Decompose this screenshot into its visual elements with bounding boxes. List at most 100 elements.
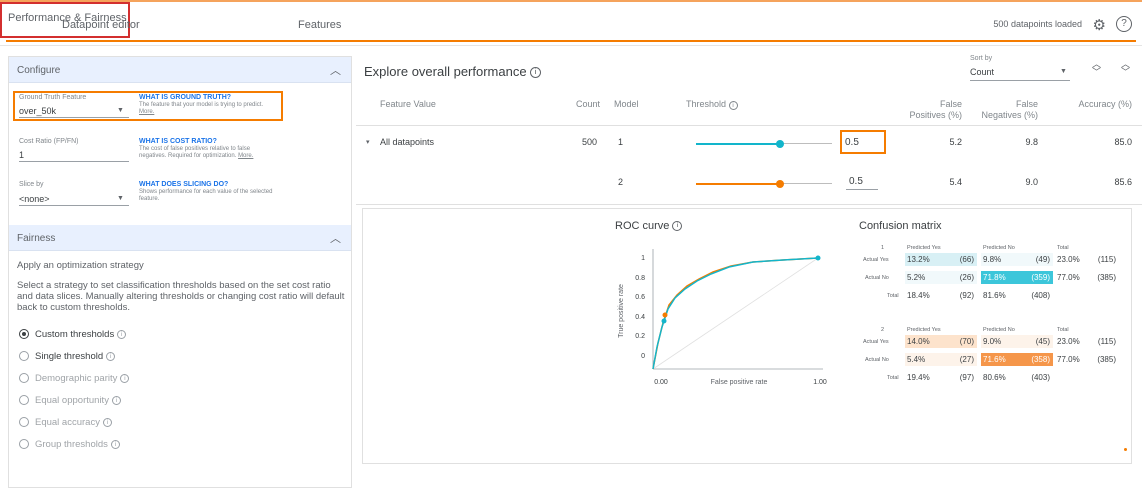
- radio-single-threshold[interactable]: Single threshold i: [19, 351, 116, 362]
- model-1-false-positives: 5.2: [949, 137, 962, 147]
- gear-icon[interactable]: ⚙: [1093, 16, 1106, 34]
- cm2-actual-no-label: Actual No: [865, 357, 889, 363]
- status-dot: [1124, 448, 1127, 451]
- cm2-actual-yes-total: 23.0% (115): [1057, 337, 1116, 346]
- tab-performance-label: Performance & Fairness: [8, 12, 127, 24]
- tab-features[interactable]: Features: [298, 19, 341, 31]
- chevron-down-icon[interactable]: ▼: [117, 107, 124, 114]
- info-icon[interactable]: i: [120, 373, 130, 383]
- help-icon[interactable]: ?: [1116, 16, 1132, 32]
- header-divider: [356, 125, 1142, 126]
- roc-curve-chart: True positive rate 1 0.8 0.6 0.4 0.2 0 0…: [618, 249, 827, 386]
- confusion-matrix-title: Confusion matrix: [859, 220, 942, 232]
- info-icon[interactable]: i: [117, 329, 127, 339]
- radio-equal-accuracy[interactable]: Equal accuracy i: [19, 417, 112, 428]
- cm2-model-id: 2: [881, 327, 885, 333]
- cm1-total-label: Total: [887, 293, 899, 299]
- roc-diagonal: [652, 257, 819, 370]
- radio-label: Equal accuracy: [35, 417, 100, 428]
- info-icon[interactable]: i: [530, 67, 542, 79]
- radio-label: Single threshold: [35, 351, 104, 362]
- radio-icon: [19, 417, 29, 428]
- cm2-predicted-no-total: 80.6% (403): [983, 373, 1050, 382]
- fairness-title: Fairness: [17, 233, 56, 244]
- expand-row-icon[interactable]: ▾: [366, 138, 370, 146]
- cost-ratio-underline: [19, 161, 129, 162]
- sort-by-select[interactable]: Count: [970, 67, 994, 77]
- radio-demographic-parity[interactable]: Demographic parity i: [19, 373, 130, 384]
- explore-title: Explore overall performance i: [364, 64, 542, 79]
- roc-y-tick: 1: [641, 255, 645, 262]
- info-icon[interactable]: i: [672, 221, 683, 232]
- model-1-accuracy: 85.0: [1114, 137, 1132, 147]
- roc-threshold-point-model-2: [662, 312, 668, 318]
- cm2-true-positive: 14.0% (70): [905, 335, 977, 348]
- performance-panel: Explore overall performance i Sort by Co…: [356, 46, 1142, 488]
- radio-label: Equal opportunity: [35, 395, 109, 406]
- cm1-true-positive: 13.2% (66): [905, 253, 977, 266]
- column-model: Model: [614, 99, 639, 109]
- ground-truth-select[interactable]: over_50k: [19, 106, 56, 116]
- ground-truth-underline: [19, 117, 129, 118]
- info-icon[interactable]: i: [111, 395, 121, 405]
- sort-by-underline: [970, 80, 1070, 81]
- radio-group-thresholds[interactable]: Group thresholds i: [19, 439, 120, 450]
- chevron-down-icon[interactable]: ▼: [1060, 68, 1067, 75]
- radio-equal-opportunity[interactable]: Equal opportunity i: [19, 395, 121, 406]
- chevron-up-icon[interactable]: ︿: [330, 230, 341, 246]
- model-1-threshold-input[interactable]: 0.5: [840, 130, 886, 154]
- model-1-threshold-slider-fill: [696, 143, 781, 145]
- radio-icon: [19, 351, 29, 362]
- model-1-false-negatives: 9.8: [1025, 137, 1038, 147]
- cost-ratio-description: The cost of false positives relative to …: [139, 146, 254, 159]
- cm1-actual-no-total: 77.0% (385): [1057, 273, 1116, 282]
- model-2-accuracy: 85.6: [1114, 177, 1132, 187]
- cm1-actual-no-label: Actual No: [865, 275, 889, 281]
- model-2-threshold-slider-handle[interactable]: [776, 180, 785, 188]
- column-false-negatives: False Negatives (%): [981, 99, 1038, 120]
- model-2-threshold-input[interactable]: 0.5: [846, 174, 878, 190]
- radio-icon: [19, 395, 29, 406]
- info-icon[interactable]: i: [106, 351, 116, 361]
- ground-truth-more-link[interactable]: More.: [139, 109, 154, 115]
- model-2-false-negatives: 9.0: [1025, 177, 1038, 187]
- slice-by-label: Slice by: [19, 181, 44, 188]
- roc-y-axis-label: True positive rate: [618, 284, 625, 338]
- roc-end-point: [815, 255, 821, 261]
- cost-ratio-input[interactable]: 1: [19, 150, 24, 160]
- radio-icon: [19, 439, 29, 450]
- cm1-predicted-yes-total: 18.4% (92): [907, 291, 974, 300]
- chevron-down-icon[interactable]: ▼: [117, 195, 124, 202]
- cm2-head-total: Total: [1057, 327, 1069, 333]
- radio-custom-thresholds[interactable]: Custom thresholds i: [19, 329, 127, 340]
- ground-truth-label: Ground Truth Feature: [19, 94, 87, 101]
- info-icon[interactable]: i: [728, 101, 738, 110]
- model-1-threshold-slider-handle[interactable]: [776, 140, 785, 148]
- model-2-threshold-slider-rest: [780, 183, 832, 184]
- info-icon[interactable]: i: [110, 439, 120, 449]
- top-bar: Datapoint editor Performance & Fairness …: [0, 0, 1142, 46]
- cost-ratio-more-link[interactable]: More.: [238, 153, 253, 159]
- expand-collapse-icon[interactable]: ︿ ﹀: [1121, 60, 1130, 77]
- cm1-predicted-no-total: 81.6% (408): [983, 291, 1050, 300]
- cm1-false-negative: 9.8% (49): [981, 253, 1053, 266]
- slice-by-select[interactable]: <none>: [19, 194, 50, 204]
- roc-y-tick: 0.2: [635, 333, 645, 340]
- tab-performance-fairness[interactable]: Performance & Fairness: [0, 2, 1136, 42]
- cm1-head-yes: Predicted Yes: [907, 245, 941, 251]
- datapoints-loaded-status: 500 datapoints loaded: [993, 19, 1082, 29]
- detail-card: ROC curve i True positive rate 1 0.8 0.6…: [362, 208, 1132, 464]
- roc-y-tick: 0.4: [635, 314, 645, 321]
- cm1-false-positive: 5.2% (26): [905, 271, 977, 284]
- cost-ratio-label: Cost Ratio (FP/FN): [19, 138, 79, 145]
- configure-header[interactable]: Configure ︿: [9, 57, 351, 83]
- radio-selected-icon: [19, 329, 29, 340]
- roc-y-tick: 0: [641, 353, 645, 360]
- radio-label: Demographic parity: [35, 373, 118, 384]
- fairness-header[interactable]: Fairness ︿: [9, 225, 351, 251]
- model-1-threshold-slider-rest: [780, 143, 832, 144]
- cm1-head-no: Predicted No: [983, 245, 1015, 251]
- sort-direction-icon[interactable]: ︿ ﹀: [1092, 60, 1101, 77]
- chevron-up-icon[interactable]: ︿: [330, 62, 341, 78]
- info-icon[interactable]: i: [102, 417, 112, 427]
